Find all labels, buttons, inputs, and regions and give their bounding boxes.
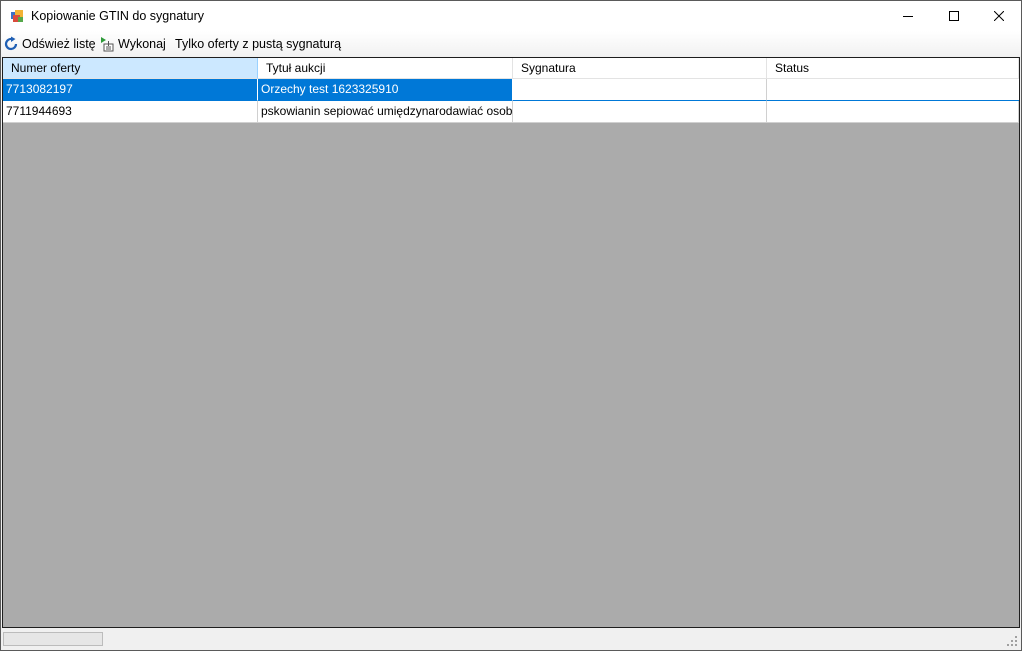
column-header-offer-number[interactable]: Numer oferty <box>3 58 258 79</box>
close-button[interactable] <box>976 1 1021 31</box>
app-icon <box>11 10 23 22</box>
toolbar: Odśwież listę Wykonaj Tylko oferty z pus… <box>1 31 1021 56</box>
grid-header: Numer oferty Tytuł aukcji Sygnatura Stat… <box>3 58 1019 79</box>
cell-signature[interactable] <box>513 79 767 101</box>
table-row[interactable]: 7711944693 pskowianin sepiować umiędzyna… <box>3 101 1019 123</box>
column-header-status[interactable]: Status <box>767 58 1019 79</box>
status-bar <box>1 629 1021 650</box>
refresh-button[interactable]: Odśwież listę <box>3 34 96 53</box>
minimize-button[interactable] <box>885 1 931 31</box>
main-window: Kopiowanie GTIN do sygnatury Odśwież lis… <box>0 0 1022 651</box>
column-header-signature[interactable]: Sygnatura <box>513 58 767 79</box>
cell-auction-title[interactable]: Orzechy test 1623325910 <box>258 79 513 101</box>
window-title: Kopiowanie GTIN do sygnatury <box>31 9 205 23</box>
cell-signature[interactable] <box>513 101 767 123</box>
filter-label: Tylko oferty z pustą sygnaturą <box>175 36 342 51</box>
execute-label: Wykonaj <box>118 36 166 51</box>
maximize-button[interactable] <box>931 1 977 31</box>
maximize-icon <box>949 11 959 21</box>
title-bar[interactable]: Kopiowanie GTIN do sygnatury <box>1 1 1021 31</box>
offers-grid[interactable]: Numer oferty Tytuł aukcji Sygnatura Stat… <box>2 57 1020 628</box>
cell-status[interactable] <box>767 101 1019 123</box>
column-header-auction-title[interactable]: Tytuł aukcji <box>258 58 513 79</box>
refresh-label: Odśwież listę <box>22 36 96 51</box>
empty-signature-filter-button[interactable]: Tylko oferty z pustą sygnaturą <box>175 34 341 53</box>
cell-offer-number[interactable]: 7711944693 <box>3 101 258 123</box>
resize-grip-icon[interactable] <box>1006 635 1018 647</box>
execute-button[interactable]: Wykonaj <box>99 34 166 53</box>
cell-status[interactable] <box>767 79 1019 101</box>
progress-bar <box>3 632 103 646</box>
cell-offer-number[interactable]: 7713082197 <box>3 79 258 101</box>
refresh-icon <box>4 36 18 50</box>
cell-auction-title[interactable]: pskowianin sepiować umiędzynarodawiać os… <box>258 101 513 123</box>
table-row[interactable]: 7713082197 Orzechy test 1623325910 <box>3 79 1019 101</box>
minimize-icon <box>903 16 913 17</box>
close-icon <box>994 11 1004 21</box>
execute-icon <box>101 36 114 51</box>
